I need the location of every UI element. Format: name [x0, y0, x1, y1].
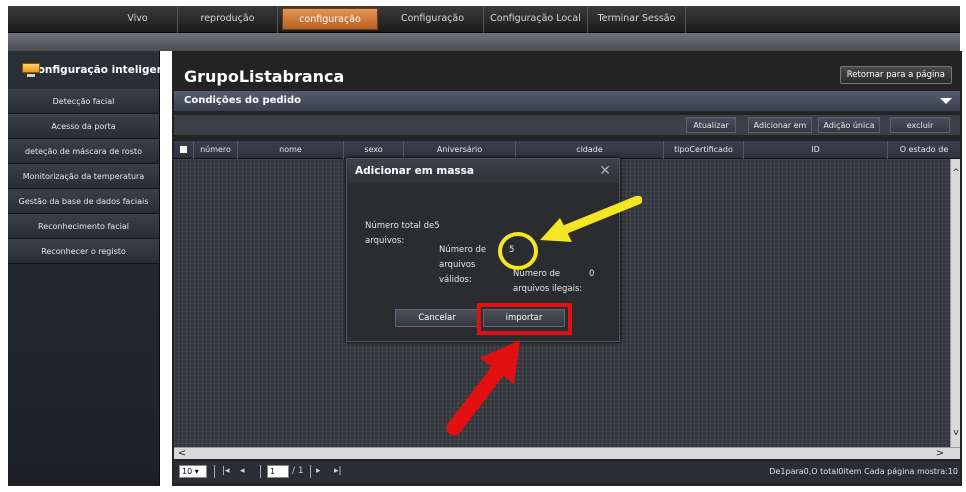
dialog-title: Adicionar em massa	[355, 165, 475, 177]
sub-header-strip	[8, 33, 960, 51]
sidebar-item-acesso-porta[interactable]: Acesso da porta	[8, 114, 159, 139]
yellow-arrow-icon	[540, 196, 642, 242]
add-in-button[interactable]: Adicionar em	[748, 117, 812, 133]
valid-files-label-line2: arquivos	[439, 260, 476, 270]
highlight-box	[477, 303, 572, 335]
select-all-checkbox[interactable]	[174, 141, 194, 159]
cancel-button[interactable]: Cancelar	[395, 309, 479, 327]
column-nome[interactable]: nome	[238, 141, 344, 159]
chevron-right-icon[interactable]: >	[934, 448, 946, 460]
table-header: número nome sexo Aniversário cidade tipo…	[174, 141, 960, 159]
column-id[interactable]: ID	[744, 141, 888, 159]
chevron-down-icon[interactable]: v	[951, 427, 961, 439]
total-files-label: Número total de5 arquivos:	[365, 219, 440, 249]
sidebar-item-temperatura[interactable]: Monitorização da temperatura	[8, 164, 159, 189]
sidebar-item-reconhecimento[interactable]: Reconhecimento facial	[8, 214, 159, 239]
prev-page-icon[interactable]: ◂	[240, 465, 245, 478]
illegal-files-label: Número de arquivos ilegais:	[513, 267, 582, 297]
close-icon[interactable]: ✕	[599, 159, 611, 183]
page-total: / 1	[292, 466, 304, 476]
tab-configuracao[interactable]: configuração	[282, 8, 378, 30]
column-aniversario[interactable]: Aniversário	[404, 141, 516, 159]
sidebar-title-label: Configuração inteligente	[30, 64, 177, 76]
valid-files-label-line3: válidos:	[439, 275, 472, 285]
sidebar-item-registo[interactable]: Reconhecer o registo	[8, 239, 159, 264]
next-page-icon[interactable]: ▸	[316, 465, 321, 478]
vertical-scrollbar[interactable]: ^ v	[950, 159, 960, 447]
tab-configuracao-sistema[interactable]: Configuração	[382, 6, 484, 33]
column-estado[interactable]: O estado de	[888, 141, 960, 159]
sidebar-title: Configuração inteligente	[8, 51, 176, 89]
horizontal-scrollbar[interactable]: < >	[174, 447, 960, 459]
sidebar-item-mascara[interactable]: deteção de máscara de rosto	[8, 139, 159, 164]
conditions-bar[interactable]: Condições do pedido	[174, 91, 960, 111]
column-cidade[interactable]: cidade	[516, 141, 664, 159]
divider	[310, 465, 311, 478]
dialog-header: Adicionar em massa ✕	[347, 159, 619, 183]
tab-terminar-sessao[interactable]: Terminar Sessão	[588, 6, 686, 33]
page-title: GrupoListabranca	[184, 67, 345, 86]
top-nav: Vivo reprodução configuração Configuraçã…	[8, 6, 960, 33]
pagination-bar: 10 ▾ |◂ ◂ 1 / 1 ▸ ▸| De1para0,O total0it…	[174, 461, 960, 483]
illegal-files-label-line1: Número de	[513, 269, 561, 279]
refresh-button[interactable]: Atualizar	[686, 117, 736, 133]
valid-files-label-line1: Número de	[439, 245, 487, 255]
highlight-circle	[498, 232, 538, 270]
tab-reproducao[interactable]: reprodução	[178, 6, 278, 33]
chevron-down-icon[interactable]	[940, 98, 952, 104]
first-page-icon[interactable]: |◂	[222, 465, 230, 478]
valid-files-label: Número de arquivos válidos:	[439, 243, 486, 288]
page-size-value: 10	[182, 467, 193, 476]
delete-button[interactable]: excluir	[890, 117, 950, 133]
page-number-input[interactable]: 1	[267, 465, 289, 478]
total-files-value: 5	[434, 221, 440, 231]
back-button[interactable]: Retornar para a página	[839, 66, 952, 84]
tab-configuracao-local[interactable]: Configuração Local	[484, 6, 588, 33]
illegal-files-label-line2: arquivos ilegais:	[513, 284, 583, 294]
add-single-button[interactable]: Adição única	[818, 117, 880, 133]
column-tipo-certificado[interactable]: tipoCertificado	[664, 141, 744, 159]
column-sexo[interactable]: sexo	[344, 141, 404, 159]
chevron-up-icon[interactable]: ^	[951, 167, 961, 179]
illegal-files-value: 0	[589, 269, 595, 279]
page-size-select[interactable]: 10 ▾	[179, 465, 207, 478]
divider	[214, 465, 215, 478]
total-files-label-line1: Número total de	[365, 221, 435, 231]
last-page-icon[interactable]: ▸|	[334, 465, 342, 478]
toolbar: Atualizar Adicionar em Adição única excl…	[174, 115, 960, 135]
sidebar: Configuração inteligente Detecção facial…	[8, 51, 176, 486]
total-files-label-line2: arquivos:	[365, 236, 405, 246]
pagination-summary: De1para0,O total0item Cada página mostra…	[769, 467, 958, 476]
red-arrow-icon	[446, 340, 520, 436]
sidebar-item-base-dados[interactable]: Gestão da base de dados faciais	[8, 189, 159, 214]
column-numero[interactable]: número	[194, 141, 238, 159]
divider	[260, 465, 261, 478]
chevron-left-icon[interactable]: <	[176, 448, 188, 460]
sidebar-item-deteccao-facial[interactable]: Detecção facial	[8, 89, 159, 114]
conditions-label: Condições do pedido	[184, 95, 301, 106]
tab-vivo[interactable]: Vivo	[98, 6, 178, 33]
